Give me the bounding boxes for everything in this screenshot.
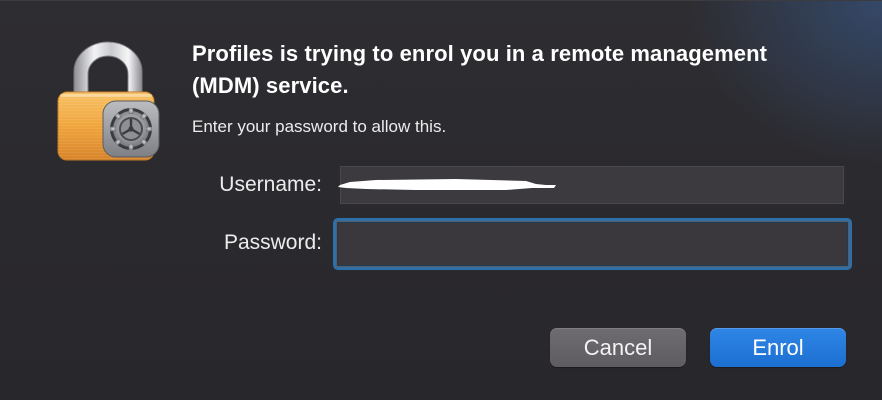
cancel-button[interactable]: Cancel [550, 328, 686, 367]
dialog-title: Profiles is trying to enrol you in a rem… [192, 41, 768, 98]
dialog-message: Enter your password to allow this. [192, 117, 447, 136]
system-preferences-gear-icon [102, 100, 160, 158]
enrol-button[interactable]: Enrol [710, 328, 846, 367]
username-redaction [338, 179, 556, 190]
password-field[interactable] [336, 221, 849, 267]
password-label: Password: [223, 231, 322, 254]
username-label: Username: [219, 173, 322, 196]
authentication-dialog: Profiles is trying to enrol you in a rem… [0, 0, 882, 400]
